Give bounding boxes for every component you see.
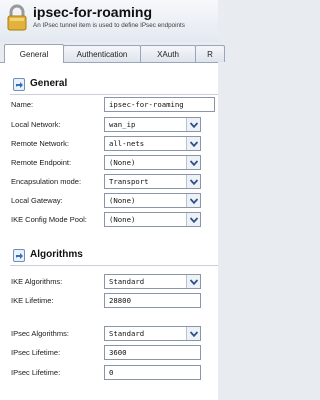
field-label: Local Gateway: bbox=[11, 196, 63, 205]
field-label: IKE Algorithms: bbox=[11, 277, 63, 286]
field-label: IKE Config Mode Pool: bbox=[11, 215, 87, 224]
tab-bar: General Authentication XAuth R bbox=[0, 42, 225, 63]
section-general: General bbox=[5, 77, 218, 95]
page-header: ipsec-for-roaming An IPsec tunnel item i… bbox=[0, 0, 218, 42]
local-network-select[interactable]: wan_ip bbox=[104, 117, 201, 132]
encapsulation-mode-select[interactable]: Transport bbox=[104, 174, 201, 189]
field-value: 28800 bbox=[109, 296, 131, 305]
form-row-encapsulation-mode: Encapsulation mode: Transport bbox=[11, 174, 218, 189]
field-value: 0 bbox=[109, 368, 114, 377]
chevron-down-icon[interactable] bbox=[186, 327, 200, 340]
form-row-ipsec-lifetime-kb: IPsec Lifetime: 0 bbox=[11, 365, 218, 380]
section-algorithms: Algorithms bbox=[5, 248, 218, 266]
field-value: (None) bbox=[109, 196, 136, 205]
field-label: IPsec Lifetime: bbox=[11, 348, 61, 357]
local-gateway-select[interactable]: (None) bbox=[104, 193, 201, 208]
arrow-icon bbox=[13, 78, 25, 91]
form-row-ipsec-algorithms: IPsec Algorithms: Standard bbox=[11, 326, 218, 341]
ipsec-algorithms-select[interactable]: Standard bbox=[104, 326, 201, 341]
chevron-down-icon[interactable] bbox=[186, 213, 200, 226]
ike-config-mode-pool-select[interactable]: (None) bbox=[104, 212, 201, 227]
lock-icon bbox=[6, 4, 28, 32]
tab-panel-general: General Name: ipsec-for-roaming Local Ne… bbox=[0, 63, 218, 400]
form-row-name: Name: ipsec-for-roaming bbox=[11, 97, 218, 112]
chevron-down-icon[interactable] bbox=[186, 175, 200, 188]
ipsec-lifetime-input[interactable]: 3600 bbox=[104, 345, 201, 360]
form-row-local-network: Local Network: wan_ip bbox=[11, 117, 218, 132]
page-title: ipsec-for-roaming bbox=[33, 4, 153, 20]
field-value: all-nets bbox=[109, 139, 145, 148]
form-row-ipsec-lifetime: IPsec Lifetime: 3600 bbox=[11, 345, 218, 360]
field-label: Remote Network: bbox=[11, 139, 69, 148]
ike-algorithms-select[interactable]: Standard bbox=[104, 274, 201, 289]
field-value: Standard bbox=[109, 277, 145, 286]
ipsec-lifetime-kb-input[interactable]: 0 bbox=[104, 365, 201, 380]
remote-network-select[interactable]: all-nets bbox=[104, 136, 201, 151]
chevron-down-icon[interactable] bbox=[186, 194, 200, 207]
form-row-ike-config-mode-pool: IKE Config Mode Pool: (None) bbox=[11, 212, 218, 227]
field-value: wan_ip bbox=[109, 120, 136, 129]
field-label: Encapsulation mode: bbox=[11, 177, 82, 186]
tab-authentication[interactable]: Authentication bbox=[63, 45, 141, 62]
field-value: ipsec-for-roaming bbox=[109, 100, 184, 109]
form-row-ike-lifetime: IKE Lifetime: 28800 bbox=[11, 293, 218, 308]
field-label: Name: bbox=[11, 100, 34, 109]
section-title: Algorithms bbox=[30, 249, 83, 260]
form-row-local-gateway: Local Gateway: (None) bbox=[11, 193, 218, 208]
field-label: Local Network: bbox=[11, 120, 61, 129]
ike-lifetime-input[interactable]: 28800 bbox=[104, 293, 201, 308]
remote-endpoint-select[interactable]: (None) bbox=[104, 155, 201, 170]
field-value: Transport bbox=[109, 177, 149, 186]
field-value: Standard bbox=[109, 329, 145, 338]
tab-general[interactable]: General bbox=[4, 44, 64, 63]
section-title: General bbox=[30, 78, 68, 89]
arrow-icon bbox=[13, 249, 25, 262]
tab-xauth[interactable]: XAuth bbox=[140, 45, 196, 62]
field-value: 3600 bbox=[109, 348, 127, 357]
section-divider bbox=[10, 94, 218, 95]
section-divider bbox=[10, 265, 218, 266]
field-label: IPsec Algorithms: bbox=[11, 329, 69, 338]
page-subtitle: An IPsec tunnel item is used to define I… bbox=[33, 22, 185, 29]
chevron-down-icon[interactable] bbox=[186, 275, 200, 288]
field-label: Remote Endpoint: bbox=[11, 158, 72, 167]
field-value: (None) bbox=[109, 158, 136, 167]
form-row-ike-algorithms: IKE Algorithms: Standard bbox=[11, 274, 218, 289]
chevron-down-icon[interactable] bbox=[186, 156, 200, 169]
chevron-down-icon[interactable] bbox=[186, 118, 200, 131]
form-row-remote-network: Remote Network: all-nets bbox=[11, 136, 218, 151]
chevron-down-icon[interactable] bbox=[186, 137, 200, 150]
form-row-remote-endpoint: Remote Endpoint: (None) bbox=[11, 155, 218, 170]
field-label: IPsec Lifetime: bbox=[11, 368, 61, 377]
field-value: (None) bbox=[109, 215, 136, 224]
field-label: IKE Lifetime: bbox=[11, 296, 54, 305]
name-input[interactable]: ipsec-for-roaming bbox=[104, 97, 215, 112]
tab-routing[interactable]: R bbox=[195, 45, 225, 62]
